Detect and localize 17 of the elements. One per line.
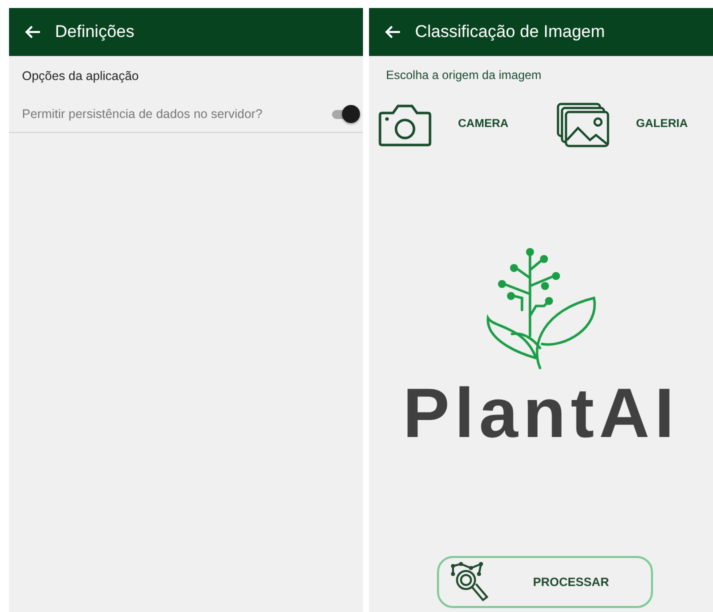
gallery-button[interactable]: GALERIA [556, 102, 688, 148]
camera-button[interactable]: CAMERA [378, 103, 556, 147]
plant-circuit-logo-icon [484, 248, 598, 370]
option-label: Permitir persistência de dados no servidor? [22, 106, 262, 123]
logo-text: PlantAI [402, 378, 680, 448]
section-title: Opções da aplicação [21, 68, 140, 85]
process-button[interactable]: PROCESSAR [437, 556, 653, 608]
screen-title: Definições [55, 21, 134, 44]
back-button[interactable] [25, 25, 41, 39]
toggle-switch[interactable] [330, 105, 360, 124]
gallery-icon [556, 102, 610, 148]
back-arrow-icon [25, 25, 41, 39]
prompt-text: Escolha a origem da imagem [385, 67, 542, 84]
back-button[interactable] [385, 25, 401, 39]
screen-title: Classificação de Imagem [415, 21, 605, 44]
camera-icon [378, 103, 432, 147]
back-arrow-icon [385, 25, 401, 39]
